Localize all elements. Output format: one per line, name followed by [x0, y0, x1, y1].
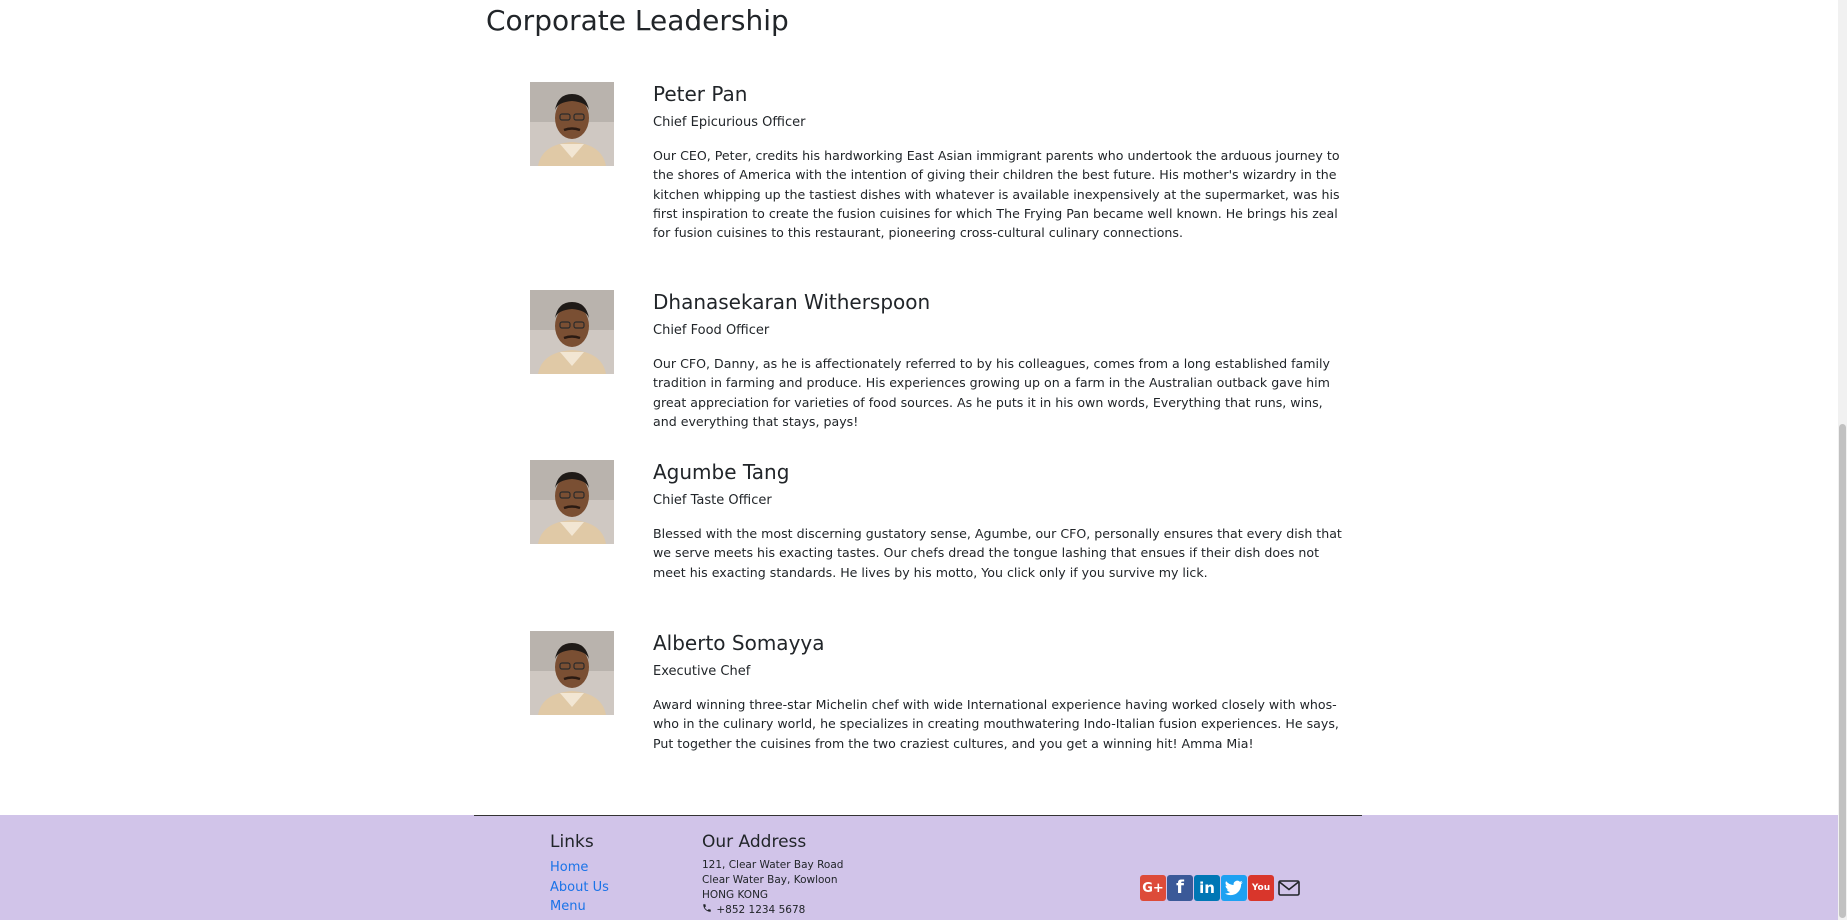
- about-us-link[interactable]: About Us: [550, 880, 609, 895]
- person-photo-icon: [530, 290, 614, 374]
- leader-name: Peter Pan: [653, 82, 748, 106]
- address-block: 121, Clear Water Bay Road Clear Water Ba…: [702, 858, 843, 918]
- leader-photo: [530, 460, 614, 544]
- leader-bio: Our CFO, Danny, as he is affectionately …: [653, 356, 1330, 429]
- footer-links-list: Home About Us Menu: [550, 858, 609, 917]
- linkedin-icon[interactable]: in: [1194, 875, 1220, 901]
- leader-name: Dhanasekaran Witherspoon: [653, 290, 931, 314]
- footer-address: Our Address 121, Clear Water Bay Road Cl…: [702, 832, 843, 918]
- person-photo-icon: [530, 460, 614, 544]
- person-photo-icon: [530, 631, 614, 715]
- leader-bio: Our CEO, Peter, credits his hardworking …: [653, 148, 1340, 241]
- leader-name: Agumbe Tang: [653, 460, 790, 484]
- footer-links: Links Home About Us Menu: [550, 832, 609, 917]
- list-item: About Us: [550, 878, 609, 898]
- address-line: 121, Clear Water Bay Road: [702, 859, 844, 871]
- envelope-icon: [1278, 880, 1300, 896]
- leader-info: Alberto Somayya Executive Chef Award win…: [653, 631, 1343, 753]
- youtube-icon[interactable]: You: [1248, 875, 1274, 901]
- site-footer: Links Home About Us Menu Our Address 121…: [0, 815, 1838, 920]
- phone-line: +852 1234 5678: [702, 903, 843, 918]
- home-link[interactable]: Home: [550, 860, 588, 875]
- links-heading: Links: [550, 832, 594, 852]
- scrollbar-thumb[interactable]: [1839, 424, 1846, 918]
- leader-role: Executive Chef: [653, 664, 751, 679]
- leader-photo: [530, 290, 614, 374]
- leader-role: Chief Epicurious Officer: [653, 115, 806, 130]
- google-plus-glyph: G+: [1142, 880, 1164, 896]
- page-scrollbar[interactable]: [1838, 0, 1847, 920]
- page-title: Corporate Leadership: [486, 4, 789, 37]
- youtube-glyph: You: [1251, 882, 1271, 893]
- twitter-icon[interactable]: [1221, 875, 1247, 901]
- list-item: Home: [550, 858, 609, 878]
- social-buttons: G+ f in You: [1140, 875, 1303, 901]
- leader-photo: [530, 631, 614, 715]
- phone-number: +852 1234 5678: [716, 904, 806, 916]
- twitter-bird-icon: [1225, 880, 1243, 896]
- leader-name: Alberto Somayya: [653, 631, 825, 655]
- footer-divider: [474, 815, 1362, 816]
- facebook-glyph: f: [1176, 877, 1184, 898]
- leader-info: Peter Pan Chief Epicurious Officer Our C…: [653, 82, 1343, 242]
- mail-icon[interactable]: [1275, 875, 1303, 901]
- leader-role: Chief Food Officer: [653, 323, 770, 338]
- leader-info: Dhanasekaran Witherspoon Chief Food Offi…: [653, 290, 1343, 431]
- phone-icon: [702, 903, 713, 918]
- leader-photo: [530, 82, 614, 166]
- leader-bio: Blessed with the most discerning gustato…: [653, 526, 1342, 580]
- list-item: Menu: [550, 897, 609, 917]
- address-heading: Our Address: [702, 832, 807, 852]
- menu-link[interactable]: Menu: [550, 899, 586, 914]
- address-line: Clear Water Bay, Kowloon: [702, 874, 838, 886]
- google-plus-icon[interactable]: G+: [1140, 875, 1166, 901]
- leader-info: Agumbe Tang Chief Taste Officer Blessed …: [653, 460, 1343, 582]
- leader-role: Chief Taste Officer: [653, 493, 772, 508]
- leader-bio: Award winning three-star Michelin chef w…: [653, 697, 1339, 751]
- linkedin-glyph: in: [1199, 878, 1215, 897]
- person-photo-icon: [530, 82, 614, 166]
- facebook-icon[interactable]: f: [1167, 875, 1193, 901]
- address-line: HONG KONG: [702, 889, 769, 901]
